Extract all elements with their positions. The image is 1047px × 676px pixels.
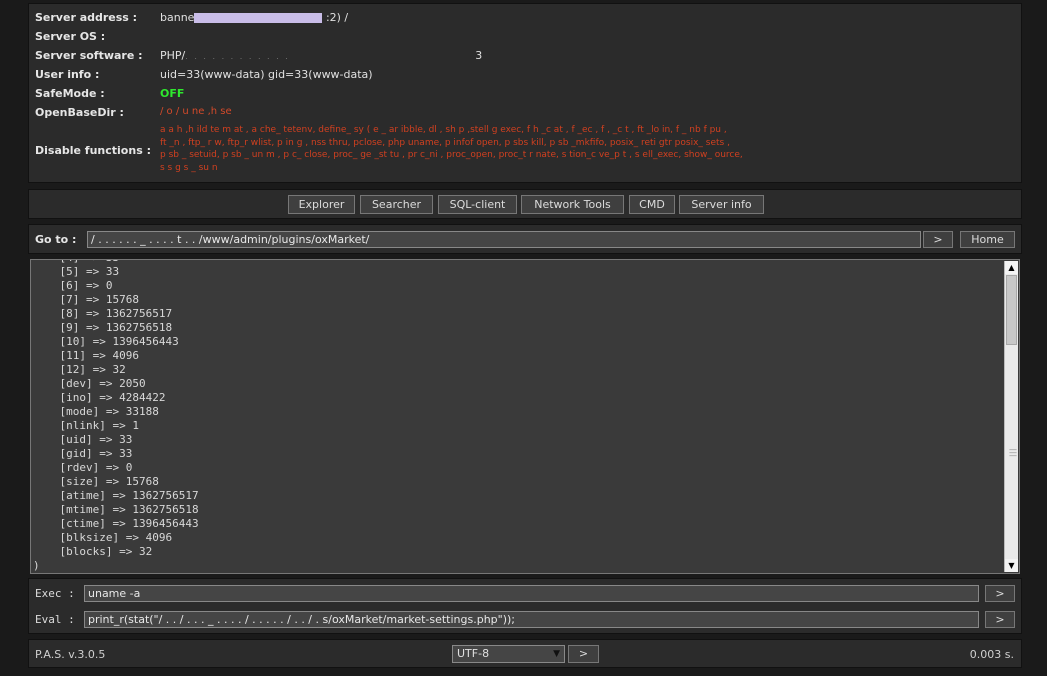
footer-panel: P.A.S. v.3.0.5 UTF-8 ▼ > 0.003 s. xyxy=(28,639,1022,668)
server-address-value: banne :2) / xyxy=(160,11,348,24)
encoding-apply-button[interactable]: > xyxy=(568,645,599,663)
openbasedir-value: / o / u ne ,h se xyxy=(160,106,232,117)
server-info-button[interactable]: Server info xyxy=(679,195,764,214)
output-line: [atime] => 1362756517 xyxy=(33,489,199,502)
version-label: P.A.S. v.3.0.5 xyxy=(35,648,106,661)
output-line: [mode] => 33188 xyxy=(33,405,159,418)
goto-path-input[interactable]: / . . . . . . _ . . . . t . . /www/admin… xyxy=(87,231,921,248)
redaction-bar xyxy=(194,13,323,23)
pas-shell-window: Server address : banne :2) / Server OS :… xyxy=(0,0,1047,676)
disable-functions-label: Disable functions : xyxy=(35,144,151,157)
output-line: [mtime] => 1362756518 xyxy=(33,503,199,516)
encoding-value: UTF-8 xyxy=(457,647,490,660)
output-line: [8] => 1362756517 xyxy=(33,307,173,320)
server-software-prefix: PHP/ xyxy=(160,49,186,62)
server-software-label: Server software : xyxy=(35,49,143,62)
server-info-panel: Server address : banne :2) / Server OS :… xyxy=(28,3,1022,183)
eval-label: Eval : xyxy=(35,613,75,626)
exec-label: Exec : xyxy=(35,587,75,600)
disable-functions-list: a a h ,h ild te m at , a che_ tetenv, de… xyxy=(160,124,1010,174)
output-line: [10] => 1396456443 xyxy=(33,335,179,348)
encoding-select[interactable]: UTF-8 ▼ xyxy=(452,645,565,663)
output-line: [gid] => 33 xyxy=(33,447,133,460)
disable-functions-line: s s g s _ su n xyxy=(160,162,218,173)
scrollbar-thumb[interactable] xyxy=(1006,275,1017,345)
goto-label: Go to : xyxy=(35,233,77,246)
output-text: [4] => 33 [5] => 33 [6] => 0 [7] => 1576… xyxy=(31,260,1003,573)
scroll-down-icon[interactable]: ▼ xyxy=(1005,559,1018,572)
output-line: [12] => 32 xyxy=(33,363,126,376)
exec-command-input[interactable]: uname -a xyxy=(84,585,979,602)
server-address-suffix: :2) / xyxy=(325,11,349,24)
cmd-button[interactable]: CMD xyxy=(629,195,675,214)
exec-run-button[interactable]: > xyxy=(985,585,1015,602)
network-tools-button[interactable]: Network Tools xyxy=(521,195,624,214)
execution-time: 0.003 s. xyxy=(969,648,1014,661)
output-line: [uid] => 33 xyxy=(33,433,133,446)
safemode-label: SafeMode : xyxy=(35,87,105,100)
openbasedir-label: OpenBaseDir : xyxy=(35,106,124,119)
server-software-value: PHP/. . . . . . . . . . . . 3 xyxy=(160,49,482,62)
disable-functions-line: a a h ,h ild te m at , a che_ tetenv, de… xyxy=(160,125,727,135)
server-os-label: Server OS : xyxy=(35,30,106,43)
output-line: [blksize] => 4096 xyxy=(33,531,173,544)
scroll-up-icon[interactable]: ▲ xyxy=(1005,261,1018,274)
exec-panel: Exec : uname -a > Eval : print_r(stat("/… xyxy=(28,578,1022,634)
output-line: [size] => 15768 xyxy=(33,475,159,488)
eval-code-input[interactable]: print_r(stat("/ . . / . . . _ . . . . / … xyxy=(84,611,979,628)
scrollbar-grip-icon: — — — xyxy=(1009,445,1017,460)
server-software-suffix: 3 xyxy=(475,49,483,62)
output-line: [dev] => 2050 xyxy=(33,377,146,390)
disable-functions-row: Disable functions : a a h ,h ild te m at… xyxy=(35,124,1015,178)
disable-functions-line: p sb _ setuid, p sb _ un m , p c_ close,… xyxy=(160,150,743,160)
main-menu-panel: Explorer Searcher SQL-client Network Too… xyxy=(28,189,1022,219)
output-scrollbar[interactable]: ▲ — — — ▼ xyxy=(1004,261,1018,572)
output-line: [rdev] => 0 xyxy=(33,461,133,474)
goto-submit-button[interactable]: > xyxy=(923,231,953,248)
output-line: [nlink] => 1 xyxy=(33,419,139,432)
server-address-label: Server address : xyxy=(35,11,138,24)
eval-run-button[interactable]: > xyxy=(985,611,1015,628)
server-address-prefix: banne xyxy=(160,11,195,24)
obscured-text: . . . . . . . . . . . . xyxy=(185,52,290,61)
user-info-value: uid=33(www-data) gid=33(www-data) xyxy=(160,68,373,81)
output-line: [6] => 0 xyxy=(33,279,113,292)
output-line: [5] => 33 xyxy=(33,265,120,278)
output-line: [ino] => 4284422 xyxy=(33,391,166,404)
output-line: [blocks] => 32 xyxy=(33,545,153,558)
goto-panel: Go to : / . . . . . . _ . . . . t . . /w… xyxy=(28,224,1022,254)
disable-functions-line: ft _n , ftp_ r w, ftp_r wlist, p in g , … xyxy=(160,137,730,148)
sql-client-button[interactable]: SQL-client xyxy=(438,195,517,214)
output-line: [9] => 1362756518 xyxy=(33,321,173,334)
searcher-button[interactable]: Searcher xyxy=(360,195,433,214)
home-button[interactable]: Home xyxy=(960,231,1015,248)
output-line: [11] => 4096 xyxy=(33,349,139,362)
output-line: [7] => 15768 xyxy=(33,293,139,306)
output-line: [ctime] => 1396456443 xyxy=(33,517,199,530)
dropdown-caret-icon: ▼ xyxy=(553,649,560,659)
explorer-button[interactable]: Explorer xyxy=(288,195,355,214)
user-info-label: User info : xyxy=(35,68,100,81)
command-output-textarea[interactable]: [4] => 33 [5] => 33 [6] => 0 [7] => 1576… xyxy=(30,259,1020,574)
output-line: ) xyxy=(33,559,40,572)
safemode-status: OFF xyxy=(160,87,185,100)
